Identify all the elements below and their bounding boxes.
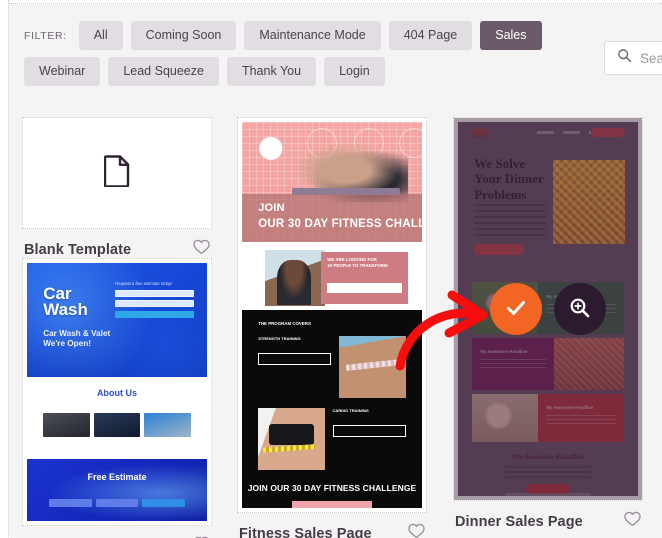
preview-section-title-1: STRENGTH TRAINING (258, 336, 301, 341)
preview-form-input-email (115, 300, 195, 308)
template-thumbnail-car-wash[interactable]: Car Wash Car Wash & Valet We're Open! Re… (22, 258, 212, 526)
card-footer-car-wash: Car Wash Sales Page (22, 526, 212, 538)
preview-about-title: About Us (97, 387, 137, 398)
preview-section-body-2 (333, 416, 406, 420)
preview-program-row-2: CARDIO TRAINING (258, 408, 406, 470)
filter-row-secondary: Webinar Lead Squeeze Thank You Login (24, 57, 385, 86)
template-card-car-wash[interactable]: Car Wash Car Wash & Valet We're Open! Re… (22, 258, 212, 538)
select-template-button[interactable] (490, 283, 542, 335)
fitness-preview: JOIN OUR 30 DAY FITNESS CHALLENGE WE ARE… (242, 122, 422, 508)
filter-chip-login[interactable]: Login (324, 57, 385, 86)
search-icon (617, 48, 632, 68)
preview-offer-button (327, 282, 402, 293)
preview-section-photo-1 (339, 336, 406, 398)
heart-icon[interactable] (408, 523, 425, 538)
template-card-dinner[interactable]: We Solve Your Dinner Problems My Awesome… (453, 117, 643, 532)
preview-program-row-1: STRENGTH TRAINING (258, 336, 406, 398)
preview-section-button-2 (332, 425, 406, 438)
preview-footer-sub (27, 486, 207, 492)
card-footer-blank: Blank Template (22, 229, 212, 260)
template-card-fitness[interactable]: JOIN OUR 30 DAY FITNESS CHALLENGE WE ARE… (237, 117, 427, 538)
template-title-blank: Blank Template (24, 241, 132, 258)
template-hover-overlay (454, 118, 642, 500)
card-footer-dinner: Dinner Sales Page (453, 501, 643, 532)
preview-program-label: THE PROGRAM COVERS (258, 321, 311, 326)
preview-section-photo-2 (258, 408, 325, 470)
preview-form-input-name (115, 290, 195, 298)
preview-about-section: About Us (27, 376, 207, 457)
preview-section-body-1 (258, 344, 331, 348)
car-wash-preview: Car Wash Car Wash & Valet We're Open! Re… (27, 263, 207, 521)
preview-template-button[interactable] (554, 283, 606, 335)
preview-hero: Car Wash Car Wash & Valet We're Open! Re… (27, 263, 207, 377)
search-input[interactable] (640, 50, 662, 66)
heart-icon[interactable] (193, 239, 210, 260)
preview-cta-headline: JOIN OUR 30 DAY FITNESS CHALLENGE (247, 483, 417, 493)
preview-about-text (52, 402, 182, 407)
filter-chip-coming-soon[interactable]: Coming Soon (130, 21, 237, 50)
preview-offer-head-2: 10 PEOPLE TO TRANSFORM (327, 263, 388, 269)
preview-footer-form (48, 498, 186, 507)
preview-subheadline: Car Wash & Valet We're Open! (43, 328, 111, 349)
preview-form-button (115, 311, 195, 319)
preview-gallery-captions (43, 440, 191, 444)
preview-form-note (115, 322, 194, 327)
heart-icon[interactable] (624, 511, 641, 532)
window-left-rail (0, 0, 9, 538)
template-thumbnail-blank[interactable] (22, 117, 212, 229)
preview-form: Request a free estimate today! (115, 281, 195, 327)
filter-chip-webinar[interactable]: Webinar (24, 57, 101, 86)
preview-join-text: JOIN (258, 202, 285, 214)
filter-bar: FILTER: All Coming Soon Maintenance Mode… (10, 4, 662, 100)
preview-offer-card: WE ARE LOOKING FOR 10 PEOPLE TO TRANSFOR… (321, 252, 408, 304)
preview-form-intro: Request a free estimate today! (115, 281, 173, 287)
preview-gallery (43, 412, 191, 437)
template-grid: Blank Template Car Wash Car Wash & Valet… (10, 100, 662, 538)
filter-chip-lead-squeeze[interactable]: Lead Squeeze (108, 57, 219, 86)
magnifier-icon (568, 296, 592, 323)
preview-offer-body (327, 274, 401, 278)
template-thumbnail-fitness[interactable]: JOIN OUR 30 DAY FITNESS CHALLENGE WE ARE… (237, 117, 427, 513)
preview-headline: OUR 30 DAY FITNESS CHALLENGE (258, 218, 422, 230)
preview-footer-section: Free Estimate (27, 459, 207, 521)
blank-document-icon (103, 154, 130, 192)
filter-chip-maintenance-mode[interactable]: Maintenance Mode (244, 21, 381, 50)
preview-offer-section: WE ARE LOOKING FOR 10 PEOPLE TO TRANSFOR… (242, 242, 422, 310)
filter-chip-sales[interactable]: Sales (480, 21, 542, 50)
blank-template-preview (27, 122, 207, 224)
filter-row-primary: FILTER: All Coming Soon Maintenance Mode… (24, 21, 542, 50)
preview-footer-title: Free Estimate (87, 472, 147, 483)
preview-section-title-2: CARDIO TRAINING (332, 408, 369, 413)
preview-offer-photo (265, 250, 325, 306)
template-thumbnail-dinner[interactable]: We Solve Your Dinner Problems My Awesome… (453, 117, 643, 501)
template-title-fitness: Fitness Sales Page (239, 525, 372, 538)
check-icon (503, 295, 529, 324)
preview-section-button-1 (258, 353, 332, 366)
preview-program-section: THE PROGRAM COVERS STRENGTH TRAINING CAR… (242, 310, 422, 508)
card-footer-fitness: Fitness Sales Page (237, 513, 427, 538)
template-card-blank[interactable]: Blank Template (22, 117, 212, 260)
filter-chip-404-page[interactable]: 404 Page (388, 21, 473, 50)
filter-label: FILTER: (24, 29, 67, 42)
search-box[interactable] (604, 41, 662, 75)
preview-headline: Car Wash (43, 283, 88, 319)
preview-cta-button (292, 501, 372, 508)
filter-chip-all[interactable]: All (78, 21, 123, 50)
template-title-dinner: Dinner Sales Page (455, 513, 583, 530)
template-library-screen: FILTER: All Coming Soon Maintenance Mode… (0, 0, 662, 538)
filter-chip-thank-you[interactable]: Thank You (226, 57, 317, 86)
